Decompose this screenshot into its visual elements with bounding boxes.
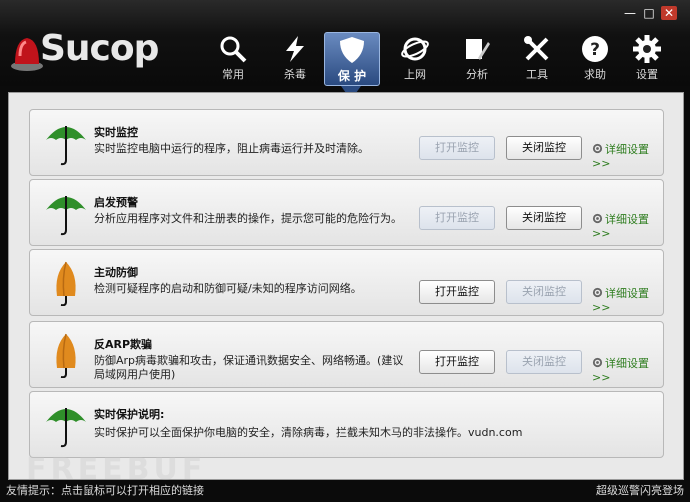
nav-item-changyong[interactable]: 常用 xyxy=(208,32,258,84)
nav-item-shezhi[interactable]: 设置 xyxy=(622,32,672,84)
close-monitor-button[interactable]: 关闭监控 xyxy=(506,206,582,230)
panel-anti-arp: 反ARP欺骗 防御Arp病毒欺骗和攻击，保证通讯数据安全、网络畅通。(建议局域网… xyxy=(29,321,664,388)
maximize-icon[interactable]: □ xyxy=(641,6,657,20)
nav-item-baohu[interactable]: 保 护 xyxy=(324,32,380,86)
status-tip: 友情提示：点击鼠标可以打开相应的链接 xyxy=(6,484,204,497)
close-monitor-button[interactable]: 关闭监控 xyxy=(506,136,582,160)
panel-active-defense: 主动防御 检测可疑程序的启动和防御可疑/未知的程序访问网络。 打开监控 关闭监控… xyxy=(29,249,664,316)
globe-icon xyxy=(401,37,429,61)
nav-label: 设置 xyxy=(636,68,658,81)
panel-desc: 实时监控电脑中运行的程序，阻止病毒运行并及时清除。 xyxy=(94,142,369,155)
umbrella-orange-icon xyxy=(56,333,76,378)
shield-icon xyxy=(340,37,364,63)
panel-desc: 防御Arp病毒欺骗和攻击，保证通讯数据安全、网络畅通。(建议局域网用户使用) xyxy=(94,354,404,381)
detail-settings-link[interactable]: 详细设置>> xyxy=(592,141,663,170)
nav-label: 杀毒 xyxy=(284,68,306,81)
logo-text: Sucop xyxy=(40,28,159,69)
gear-icon xyxy=(592,287,603,298)
nav-label: 分析 xyxy=(466,68,488,81)
detail-settings-link[interactable]: 详细设置>> xyxy=(592,211,663,240)
close-icon[interactable]: ✕ xyxy=(661,6,677,20)
detail-settings-link[interactable]: 详细设置>> xyxy=(592,285,663,314)
nav-label: 保 护 xyxy=(337,69,367,83)
panel-heuristic-alert: 启发预警 分析应用程序对文件和注册表的操作，提示您可能的危险行为。 打开监控 关… xyxy=(29,179,664,246)
umbrella-green-icon xyxy=(46,126,86,166)
panel-realtime-monitor: 实时监控 实时监控电脑中运行的程序，阻止病毒运行并及时清除。 打开监控 关闭监控… xyxy=(29,109,664,176)
nav-label: 工具 xyxy=(526,68,548,81)
gear-icon xyxy=(592,357,603,368)
umbrella-green-icon xyxy=(46,196,86,236)
siren-icon xyxy=(11,38,43,71)
pen-icon xyxy=(466,39,490,60)
status-bar: 友情提示：点击鼠标可以打开相应的链接 超级巡警闪亮登场 xyxy=(0,480,690,502)
nav-label: 常用 xyxy=(222,68,244,81)
protection-content: 实时监控 实时监控电脑中运行的程序，阻止病毒运行并及时清除。 打开监控 关闭监控… xyxy=(8,92,684,480)
close-monitor-button[interactable]: 关闭监控 xyxy=(506,280,582,304)
panel-title: 启发预警 xyxy=(94,196,138,209)
detail-settings-link[interactable]: 详细设置>> xyxy=(592,355,663,384)
lightning-icon xyxy=(286,36,304,62)
gear-icon xyxy=(592,143,603,154)
nav-label: 求助 xyxy=(584,68,606,81)
nav-item-fenxi[interactable]: 分析 xyxy=(452,32,502,84)
panel-desc: 检测可疑程序的启动和防御可疑/未知的程序访问网络。 xyxy=(94,282,362,295)
panel-title: 实时保护说明: xyxy=(94,408,165,421)
panel-protection-info: 实时保护说明: 实时保护可以全面保护你电脑的安全，清除病毒，拦截未知木马的非法操… xyxy=(29,391,664,458)
minimize-icon[interactable]: — xyxy=(622,6,638,20)
svg-text:?: ? xyxy=(590,40,600,60)
panel-title: 主动防御 xyxy=(94,266,138,279)
tools-icon xyxy=(524,36,549,61)
gear-icon xyxy=(633,35,661,63)
umbrella-orange-icon xyxy=(56,261,76,306)
open-monitor-button[interactable]: 打开监控 xyxy=(419,136,495,160)
nav-item-qiuzhu[interactable]: ? 求助 xyxy=(570,32,620,84)
status-promo-link[interactable]: 超级巡警闪亮登场 xyxy=(596,480,684,502)
open-monitor-button[interactable]: 打开监控 xyxy=(419,206,495,230)
app-logo: Sucop xyxy=(10,26,180,74)
panel-desc: 分析应用程序对文件和注册表的操作，提示您可能的危险行为。 xyxy=(94,212,402,225)
help-icon: ? xyxy=(582,36,608,62)
panel-title: 反ARP欺骗 xyxy=(94,338,153,351)
open-monitor-button[interactable]: 打开监控 xyxy=(419,350,495,374)
title-bar: — □ ✕ Sucop 常用 杀毒 保 护 上网 分析 工具 ? 求助 设置 xyxy=(0,0,690,86)
nav-item-shangwang[interactable]: 上网 xyxy=(390,32,440,84)
app-window: — □ ✕ Sucop 常用 杀毒 保 护 上网 分析 工具 ? 求助 设置 实… xyxy=(0,0,690,502)
magnifier-icon xyxy=(220,36,247,63)
close-monitor-button[interactable]: 关闭监控 xyxy=(506,350,582,374)
nav-item-gongju[interactable]: 工具 xyxy=(512,32,562,84)
umbrella-green-icon xyxy=(46,408,86,448)
gear-icon xyxy=(592,213,603,224)
panel-desc: 实时保护可以全面保护你电脑的安全，清除病毒，拦截未知木马的非法操作。vudn.c… xyxy=(94,426,523,439)
nav-label: 上网 xyxy=(404,68,426,81)
open-monitor-button[interactable]: 打开监控 xyxy=(419,280,495,304)
panel-title: 实时监控 xyxy=(94,126,138,139)
nav-item-shadu[interactable]: 杀毒 xyxy=(270,32,320,84)
